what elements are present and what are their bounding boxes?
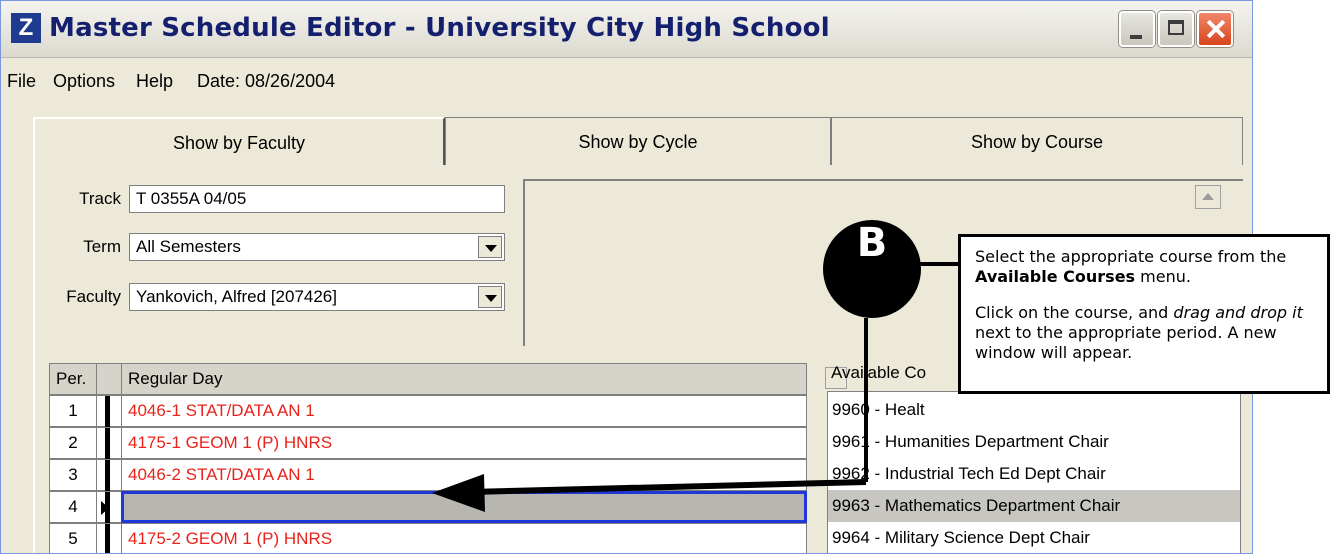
col-header-per: Per. bbox=[49, 363, 97, 395]
menu-file[interactable]: File bbox=[7, 71, 36, 92]
row-indicator bbox=[97, 459, 121, 492]
menu-bar: File Options Help Date: 08/26/2004 bbox=[1, 59, 1252, 99]
callout-badge: B bbox=[823, 220, 921, 318]
list-item[interactable]: 9961 - Humanities Department Chair bbox=[828, 426, 1240, 458]
table-row[interactable]: 2 4175-1 GEOM 1 (P) HNRS bbox=[49, 427, 807, 460]
grid-header: Per. Regular Day bbox=[49, 363, 847, 395]
term-value: All Semesters bbox=[136, 237, 241, 256]
period-cell: 3 bbox=[49, 459, 97, 491]
callout-connector bbox=[919, 262, 959, 266]
table-row[interactable]: 1 4046-1 STAT/DATA AN 1 bbox=[49, 395, 807, 428]
term-select[interactable]: All Semesters bbox=[129, 233, 505, 261]
row-indicator bbox=[97, 491, 121, 524]
term-label: Term bbox=[83, 237, 121, 256]
row-pointer-icon bbox=[101, 501, 109, 515]
course-cell[interactable]: 4175-2 GEOM 1 (P) HNRS bbox=[121, 523, 807, 553]
track-label: Track bbox=[79, 189, 121, 208]
faculty-label: Faculty bbox=[66, 287, 121, 306]
faculty-select[interactable]: Yankovich, Alfred [207426] bbox=[129, 283, 505, 311]
tab-show-by-faculty[interactable]: Show by Faculty bbox=[33, 117, 445, 165]
row-indicator bbox=[97, 427, 121, 460]
minimize-button[interactable] bbox=[1119, 11, 1155, 47]
period-cell: 1 bbox=[49, 395, 97, 427]
row-indicator bbox=[97, 523, 121, 553]
menu-help[interactable]: Help bbox=[136, 71, 173, 92]
table-row[interactable]: 5 4175-2 GEOM 1 (P) HNRS bbox=[49, 523, 807, 553]
date-label: Date: 08/26/2004 bbox=[197, 71, 336, 91]
course-cell[interactable]: 4046-1 STAT/DATA AN 1 bbox=[121, 395, 807, 427]
available-courses-label: Available Co bbox=[831, 363, 927, 382]
available-courses-list[interactable]: 9960 - Healt 9961 - Humanities Departmen… bbox=[827, 391, 1241, 553]
list-item-selected[interactable]: 9963 - Mathematics Department Chair bbox=[828, 490, 1240, 522]
close-button[interactable] bbox=[1197, 11, 1233, 47]
table-row-selected[interactable]: 4 bbox=[49, 491, 807, 524]
course-cell-drop-target[interactable] bbox=[121, 491, 807, 523]
instruction-line-2: Click on the course, and drag and drop i… bbox=[975, 303, 1303, 362]
faculty-value: Yankovich, Alfred [207426] bbox=[136, 287, 337, 306]
chevron-down-icon[interactable] bbox=[478, 286, 502, 308]
col-header-indicator bbox=[97, 363, 121, 395]
scroll-up-icon[interactable] bbox=[1195, 185, 1221, 209]
period-cell: 5 bbox=[49, 523, 97, 553]
list-item[interactable]: 9964 - Military Science Dept Chair bbox=[828, 522, 1240, 553]
col-header-regular-day: Regular Day bbox=[121, 363, 807, 395]
app-logo-icon: Z bbox=[11, 13, 41, 43]
window-title: Master Schedule Editor - University City… bbox=[49, 13, 830, 43]
period-cell: 2 bbox=[49, 427, 97, 459]
row-indicator bbox=[97, 395, 121, 428]
list-item[interactable]: 9960 - Healt bbox=[828, 394, 1240, 426]
tab-show-by-cycle[interactable]: Show by Cycle bbox=[445, 117, 831, 165]
list-item[interactable]: 9962 - Industrial Tech Ed Dept Chair bbox=[828, 458, 1240, 490]
course-cell[interactable]: 4046-2 STAT/DATA AN 1 bbox=[121, 459, 807, 491]
chevron-down-icon[interactable] bbox=[478, 236, 502, 258]
table-row[interactable]: 3 4046-2 STAT/DATA AN 1 bbox=[49, 459, 807, 492]
maximize-button[interactable] bbox=[1158, 11, 1194, 47]
instruction-callout: Select the appropriate course from the A… bbox=[958, 234, 1330, 394]
period-cell: 4 bbox=[49, 491, 97, 523]
course-cell[interactable]: 4175-1 GEOM 1 (P) HNRS bbox=[121, 427, 807, 459]
tab-show-by-course[interactable]: Show by Course bbox=[831, 117, 1243, 165]
instruction-line-1: Select the appropriate course from the A… bbox=[975, 247, 1287, 286]
title-bar[interactable]: Z Master Schedule Editor - University Ci… bbox=[1, 1, 1252, 58]
menu-options[interactable]: Options bbox=[53, 71, 115, 92]
track-field[interactable]: T 0355A 04/05 bbox=[129, 185, 505, 213]
